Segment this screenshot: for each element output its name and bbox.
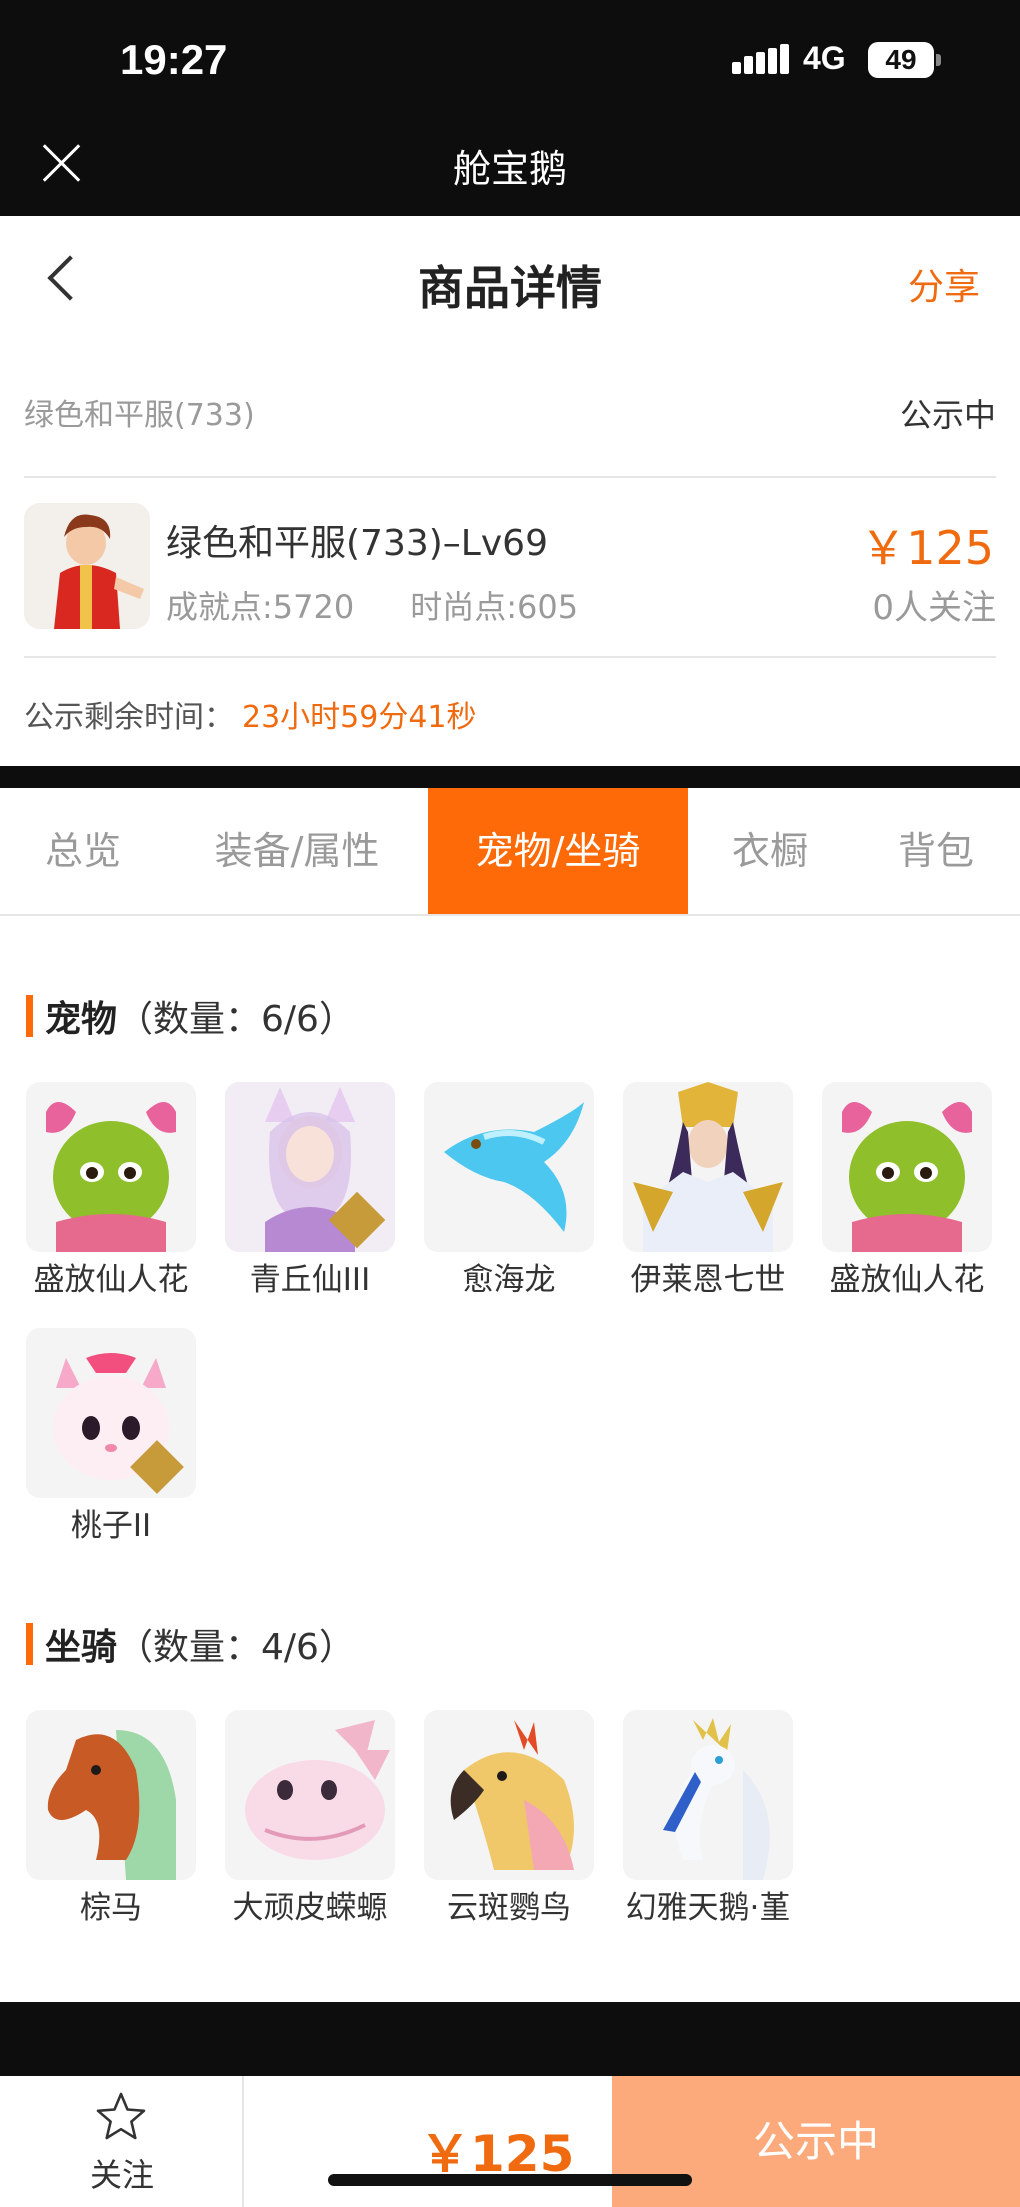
pet-item[interactable]: 伊莱恩七世 xyxy=(623,1082,793,1302)
bottom-separator xyxy=(0,2002,1020,2076)
remaining-value: 23小时59分41秒 xyxy=(242,700,477,735)
remaining-label: 公示剩余时间： xyxy=(24,700,234,735)
divider xyxy=(24,656,996,658)
mounts-count: （数量：4/6） xyxy=(117,1627,355,1668)
section-separator xyxy=(0,766,1020,788)
swan-mount-icon xyxy=(623,1710,793,1880)
page-header: 商品详情 分享 xyxy=(0,216,1020,350)
mount-name: 大顽皮蝾螈 xyxy=(232,1890,388,1926)
achievement-points: 成就点:5720 xyxy=(166,588,355,626)
page-title: 商品详情 xyxy=(418,261,602,315)
mount-item[interactable]: 大顽皮蝾螈 xyxy=(225,1710,395,1930)
pets-count: （数量：6/6） xyxy=(117,999,355,1040)
pet-item[interactable]: 青丘仙III xyxy=(225,1082,395,1302)
home-indicator[interactable] xyxy=(328,2174,692,2186)
queen-pet-icon xyxy=(623,1082,793,1252)
product-title: 绿色和平服(733)–Lv69 xyxy=(166,523,548,564)
server-name: 绿色和平服(733) xyxy=(24,398,255,433)
tab-wardrobe[interactable]: 衣橱 xyxy=(688,788,852,914)
product-price: ￥125 xyxy=(860,521,994,575)
status-time: 19:27 xyxy=(120,36,228,83)
top-bar: 19:27 4G 49 舱宝鹅 xyxy=(0,0,1020,216)
network-type: 4G xyxy=(803,40,846,76)
cactus-flower-pet-icon xyxy=(822,1082,992,1252)
status-label: 公示中 xyxy=(899,396,996,434)
battery-icon: 49 xyxy=(868,42,934,78)
pets-section-title: 宠物（数量：6/6） xyxy=(26,990,355,1042)
mount-name: 幻雅天鹅·堇 xyxy=(625,1890,791,1926)
accent-bar xyxy=(26,1623,33,1665)
pet-name: 青丘仙III xyxy=(249,1262,371,1298)
pet-name: 愈海龙 xyxy=(462,1262,556,1298)
tab-pets-mounts[interactable]: 宠物/坐骑 xyxy=(428,788,688,914)
battery-cap xyxy=(936,54,941,66)
pet-item[interactable]: 桃子II xyxy=(26,1328,196,1548)
axolotl-mount-icon xyxy=(225,1710,395,1880)
pet-name: 伊莱恩七世 xyxy=(630,1262,786,1298)
cactus-flower-pet-icon xyxy=(26,1082,196,1252)
screen: 19:27 4G 49 舱宝鹅 商品详情 分享 绿色和平服(733) 公示中 绿… xyxy=(0,0,1020,2207)
mount-name: 云斑鹦鸟 xyxy=(447,1890,571,1926)
fashion-points: 时尚点:605 xyxy=(410,588,579,626)
app-title: 舱宝鹅 xyxy=(452,147,567,191)
tab-backpack[interactable]: 背包 xyxy=(852,788,1020,914)
fox-fairy-pet-icon xyxy=(225,1082,395,1252)
follower-count: 0人关注 xyxy=(872,588,996,628)
mount-item[interactable]: 幻雅天鹅·堇 xyxy=(623,1710,793,1930)
server-row: 绿色和平服(733) 公示中 xyxy=(24,380,996,440)
pet-item[interactable]: 盛放仙人花 xyxy=(26,1082,196,1302)
pet-name: 盛放仙人花 xyxy=(829,1262,985,1298)
pets-title: 宠物 xyxy=(45,999,118,1040)
mount-name: 棕马 xyxy=(80,1890,142,1926)
star-icon xyxy=(96,2092,146,2140)
mounts-section-title: 坐骑（数量：4/6） xyxy=(26,1618,355,1670)
character-avatar xyxy=(24,503,150,629)
accent-bar xyxy=(26,995,33,1037)
pet-item[interactable]: 盛放仙人花 xyxy=(822,1082,992,1302)
product-meta: 成就点:5720 时尚点:605 xyxy=(166,582,634,628)
bottom-action-bar: 关注 ￥125 公示中 xyxy=(0,2076,1020,2207)
pet-name: 桃子II xyxy=(70,1508,152,1544)
mount-item[interactable]: 棕马 xyxy=(26,1710,196,1930)
divider xyxy=(24,476,996,478)
pet-name: 盛放仙人花 xyxy=(33,1262,189,1298)
follow-button[interactable]: 关注 xyxy=(0,2076,244,2207)
follow-label: 关注 xyxy=(89,2156,154,2194)
signal-icon xyxy=(732,44,789,74)
share-button[interactable]: 分享 xyxy=(908,258,980,310)
brown-horse-mount-icon xyxy=(26,1710,196,1880)
mounts-title: 坐骑 xyxy=(45,1627,118,1668)
tab-overview[interactable]: 总览 xyxy=(0,788,166,914)
tab-bar: 总览 装备/属性 宠物/坐骑 衣橱 背包 xyxy=(0,788,1020,916)
remaining-time: 公示剩余时间： 23小时59分41秒 xyxy=(24,692,477,736)
parrot-mount-icon xyxy=(424,1710,594,1880)
mount-item[interactable]: 云斑鹦鸟 xyxy=(424,1710,594,1930)
pet-item[interactable]: 愈海龙 xyxy=(424,1082,594,1302)
tab-equipment[interactable]: 装备/属性 xyxy=(166,788,428,914)
sea-dragon-pet-icon xyxy=(424,1082,594,1252)
pink-cat-pet-icon xyxy=(26,1328,196,1498)
status-button[interactable]: 公示中 xyxy=(612,2076,1020,2207)
